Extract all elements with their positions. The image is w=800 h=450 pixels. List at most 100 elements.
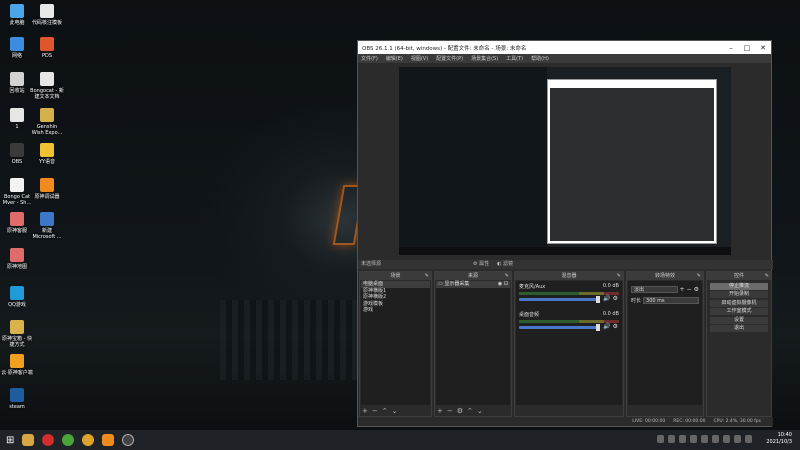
duration-label: 时长 — [631, 298, 642, 304]
exit-button[interactable]: 退出 — [710, 325, 768, 332]
app-icon[interactable] — [62, 434, 75, 446]
desktop-icon[interactable]: steam — [0, 388, 34, 410]
desktop-icon[interactable]: PDS — [30, 37, 64, 59]
sources-title: 来源 — [467, 273, 478, 279]
app-icon — [40, 108, 54, 122]
app-icon — [40, 37, 54, 51]
filters-button[interactable]: ◐ 滤镜 — [497, 260, 513, 269]
remove-icon[interactable]: − — [447, 407, 453, 415]
rec-status: REC: 00:00:00 — [673, 419, 706, 424]
desktop-icon[interactable]: YY语音 — [30, 143, 64, 165]
menu-bar: 文件(F) 编辑(E) 视图(V) 配置文件(P) 场景集合(S) 工具(T) … — [358, 54, 771, 63]
gear-icon[interactable]: ⚙ — [613, 323, 618, 330]
desktop-icon[interactable]: 原神宝箱 - 快捷方式 — [0, 320, 34, 348]
maximize-icon[interactable]: □ — [739, 44, 755, 52]
start-recording-button[interactable]: 开始录制 — [710, 291, 768, 298]
no-source-label: 未选择源 — [361, 261, 382, 267]
transition-select[interactable]: 淡出 — [631, 286, 678, 293]
menu-file[interactable]: 文件(F) — [361, 55, 378, 62]
obs-taskbar-icon[interactable] — [122, 434, 135, 446]
desktop-icon[interactable]: OBS — [0, 143, 34, 165]
menu-edit[interactable]: 编辑(E) — [386, 55, 403, 62]
status-bar: LIVE: 00:00:00 REC: 00:00:00 CPU: 2.4%, … — [358, 417, 773, 426]
gear-icon[interactable]: ⚙ — [613, 295, 618, 302]
stop-streaming-button[interactable]: 停止推流 — [710, 282, 768, 290]
desktop-icon-label: PDS — [41, 53, 53, 59]
desktop-icon[interactable]: 此电脑 — [0, 4, 34, 26]
speaker-icon[interactable]: 🔊 — [603, 295, 610, 302]
preview-nested-window — [547, 79, 717, 244]
app-icon — [10, 72, 24, 86]
desktop-icon[interactable]: 网络 — [0, 37, 34, 59]
menu-scene-collection[interactable]: 场景集合(S) — [471, 55, 498, 62]
eye-icon[interactable]: ◉ — [498, 281, 502, 287]
app-icon[interactable] — [102, 434, 115, 446]
desktop-icon[interactable]: 代码核注模板 — [30, 4, 64, 26]
source-item[interactable]: ▭ 显示器采集 ◉ ⊡ — [436, 281, 510, 288]
minimize-icon[interactable]: – — [723, 44, 739, 52]
gear-icon[interactable]: ⚙ — [457, 407, 463, 415]
file-explorer-icon[interactable] — [22, 434, 35, 446]
title-bar: OBS 26.1.1 (64-bit, windows) - 配置文件: 未命名… — [358, 41, 771, 54]
menu-profile[interactable]: 配置文件(P) — [436, 55, 463, 62]
desktop-icon[interactable]: Bongo Cat Mver - Sh... — [0, 178, 34, 206]
app-icon — [10, 4, 24, 18]
app-icon — [10, 212, 24, 226]
desktop-icon-label: 1 — [15, 124, 19, 130]
virtual-camera-button[interactable]: 启动虚拟摄像机 — [710, 299, 768, 307]
app-icon — [10, 286, 24, 300]
duration-input[interactable]: 300 ms — [643, 297, 699, 304]
settings-button[interactable]: 设置 — [710, 316, 768, 324]
scene-item[interactable]: 游戏 — [361, 307, 430, 314]
desktop-icon[interactable]: Bongocat - 新建文本文档 — [30, 72, 64, 100]
desktop-icon[interactable]: 原神调试器 — [30, 178, 64, 200]
clock[interactable]: 10:40 2021/10/3 — [766, 432, 792, 446]
chrome-icon[interactable] — [82, 434, 95, 446]
app-icon — [40, 178, 54, 192]
windows-start-icon[interactable]: ⊞ — [6, 435, 14, 446]
volume-slider[interactable] — [519, 296, 600, 303]
desktop-icon-label: 新建 Microsoft ... — [32, 228, 62, 240]
preview-canvas[interactable] — [399, 67, 731, 255]
sources-dock: 来源 ✎ ▭ 显示器采集 ◉ ⊡ + − ⚙ ⌃ ⌄ — [434, 271, 512, 417]
speaker-icon[interactable]: 🔊 — [603, 323, 610, 330]
window-title: OBS 26.1.1 (64-bit, windows) - 配置文件: 未命名… — [362, 45, 527, 52]
add-icon[interactable]: + — [437, 407, 443, 415]
properties-button[interactable]: ⚙ 属性 — [473, 260, 489, 269]
menu-help[interactable]: 帮助(H) — [531, 55, 549, 62]
menu-view[interactable]: 视图(V) — [411, 55, 428, 62]
up-icon[interactable]: ⌃ — [467, 407, 473, 415]
desktop-icon-label: Genshin Wish Expo... — [31, 124, 63, 136]
desktop-icon[interactable]: 原神客服 — [0, 212, 34, 234]
up-icon[interactable]: ⌃ — [382, 407, 388, 415]
volume-slider[interactable] — [519, 324, 600, 331]
system-tray — [657, 435, 752, 443]
down-icon[interactable]: ⌄ — [477, 407, 483, 415]
remove-icon[interactable]: − — [687, 286, 692, 293]
app-icon — [10, 108, 24, 122]
desktop-icon-label: 回收站 — [9, 88, 25, 94]
netease-music-icon[interactable] — [42, 434, 55, 446]
desktop-icon[interactable]: 云·原神客户端 — [0, 354, 34, 376]
menu-tools[interactable]: 工具(T) — [506, 55, 523, 62]
studio-mode-button[interactable]: 工作室模式 — [710, 308, 768, 315]
desktop-icon[interactable]: QQ游戏 — [0, 286, 34, 308]
gear-icon[interactable]: ⚙ — [694, 286, 699, 293]
preview-desktop — [399, 67, 547, 255]
app-icon — [10, 320, 24, 334]
add-icon[interactable]: + — [362, 407, 368, 415]
desktop-icon[interactable]: 1 — [0, 108, 34, 130]
app-icon — [40, 212, 54, 226]
desktop-icons: 此电脑 代码核注模板网络 PDS 回收站 Bongocat - 新建文本文档 1 Gensh… — [0, 0, 72, 430]
app-icon — [40, 4, 54, 18]
close-icon[interactable]: ✕ — [755, 44, 771, 52]
desktop-icon[interactable]: 回收站 — [0, 72, 34, 94]
down-icon[interactable]: ⌄ — [392, 407, 398, 415]
add-icon[interactable]: + — [680, 286, 685, 293]
desktop-icon[interactable]: 新建 Microsoft ... — [30, 212, 64, 240]
desktop-icon[interactable]: Genshin Wish Expo... — [30, 108, 64, 136]
app-icon — [10, 388, 24, 402]
desktop-icon[interactable]: 原神地图 — [0, 248, 34, 270]
remove-icon[interactable]: − — [372, 407, 378, 415]
lock-icon[interactable]: ⊡ — [504, 281, 508, 287]
